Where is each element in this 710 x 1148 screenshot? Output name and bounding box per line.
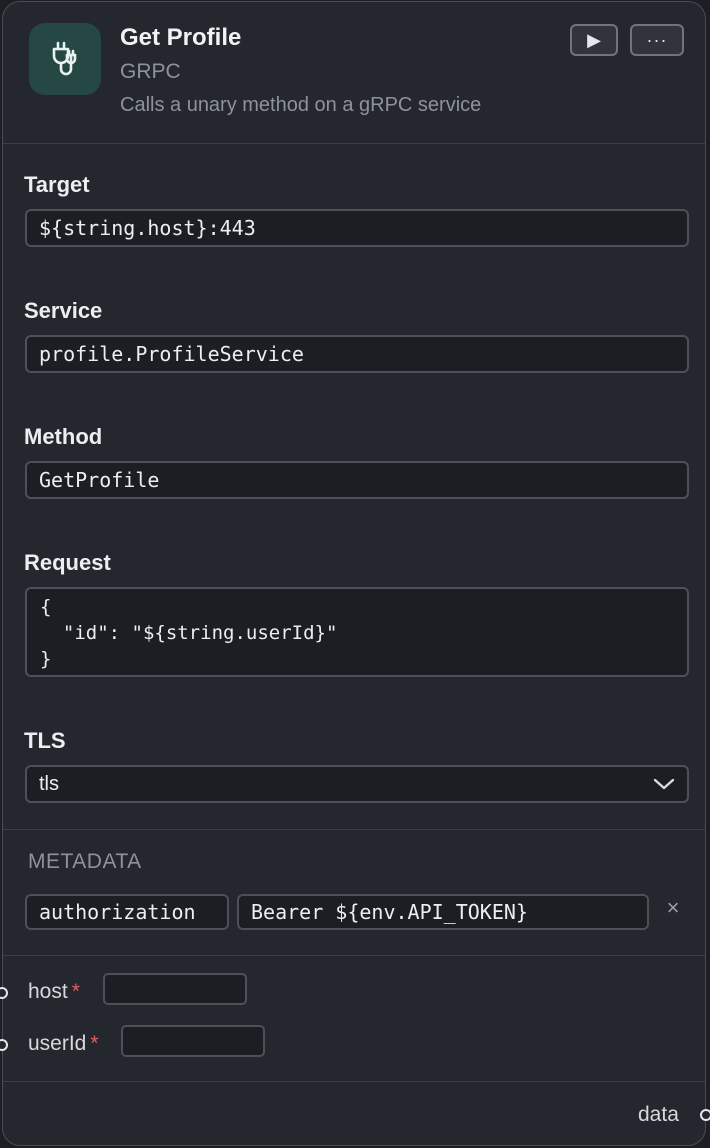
output-label-data: data: [638, 1103, 679, 1126]
tls-select[interactable]: tls: [25, 765, 689, 803]
userid-param-input[interactable]: [121, 1025, 265, 1057]
plug-icon: [29, 23, 101, 95]
play-icon: ▶: [587, 29, 601, 50]
chevron-down-icon: [653, 777, 675, 791]
more-options-button[interactable]: ···: [630, 24, 684, 56]
data-output-port[interactable]: [700, 1109, 710, 1121]
run-button[interactable]: ▶: [570, 24, 618, 56]
grpc-node-card: Get Profile GRPC Calls a unary method on…: [0, 1, 710, 1146]
service-label: Service: [24, 298, 103, 323]
tls-selected-value: tls: [39, 772, 59, 795]
method-input[interactable]: GetProfile: [25, 461, 689, 499]
required-marker: *: [90, 1032, 99, 1055]
more-icon: ···: [646, 29, 668, 50]
metadata-section-title: METADATA: [28, 850, 142, 873]
target-label: Target: [24, 172, 90, 197]
metadata-value-input[interactable]: Bearer ${env.API_TOKEN}: [237, 894, 649, 930]
request-textarea[interactable]: { "id": "${string.userId}" }: [25, 587, 689, 677]
remove-metadata-button[interactable]: ×: [661, 895, 685, 921]
request-label: Request: [24, 550, 111, 575]
node-title: Get Profile: [120, 24, 242, 51]
node-description: Calls a unary method on a gRPC service: [120, 94, 482, 116]
param-label-userid: userId *: [28, 1032, 99, 1055]
metadata-divider: [3, 829, 705, 830]
service-input[interactable]: profile.ProfileService: [25, 335, 689, 373]
userid-input-port[interactable]: [0, 1039, 8, 1051]
method-label: Method: [24, 424, 103, 449]
required-marker: *: [71, 980, 80, 1003]
node-type: GRPC: [120, 60, 181, 83]
target-input[interactable]: ${string.host}:443: [25, 209, 689, 247]
param-label-host: host *: [28, 980, 80, 1003]
host-input-port[interactable]: [0, 987, 8, 999]
params-divider: [3, 955, 705, 956]
metadata-key-input[interactable]: authorization: [25, 894, 229, 930]
tls-label: TLS: [24, 728, 66, 753]
output-divider: [3, 1081, 705, 1082]
host-param-input[interactable]: [103, 973, 247, 1005]
header-divider: [3, 143, 705, 144]
